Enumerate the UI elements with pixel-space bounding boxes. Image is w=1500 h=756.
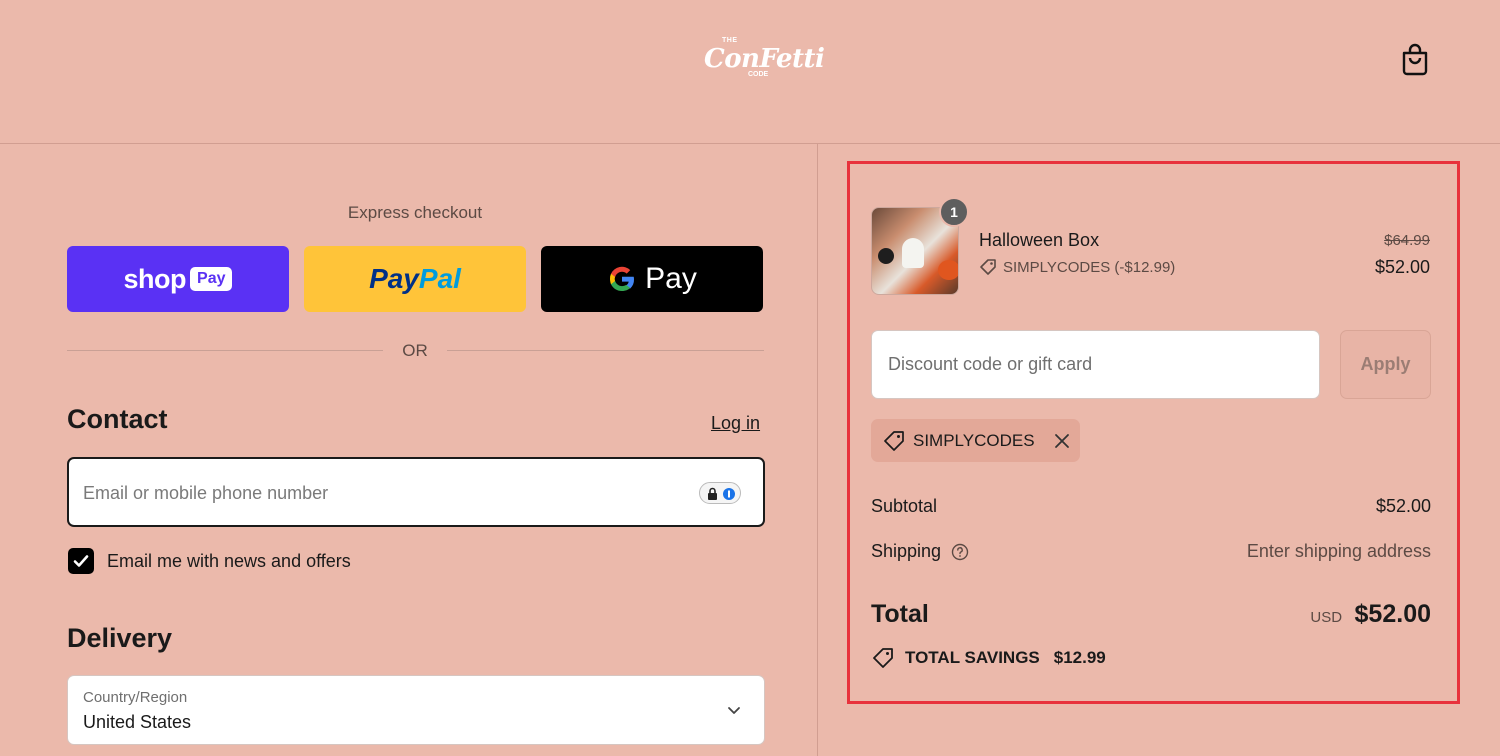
applied-code-text: SIMPLYCODES	[913, 430, 1035, 450]
logo-the: THE	[722, 37, 738, 44]
delivery-heading: Delivery	[67, 623, 173, 653]
newsletter-checkbox[interactable]	[68, 548, 94, 574]
shipping-row: Shipping	[871, 541, 969, 562]
lock-icon	[708, 487, 735, 500]
total-currency: USD	[1310, 609, 1343, 626]
logo-code: CODE	[748, 71, 769, 78]
total-label: Total	[871, 600, 929, 628]
or-divider-left	[67, 350, 383, 351]
or-label: OR	[402, 341, 428, 360]
product-discount-text: SIMPLYCODES (-$12.99)	[1003, 258, 1176, 276]
shop-pay-button[interactable]: shop Pay	[67, 246, 289, 312]
contact-heading: Contact	[67, 404, 168, 434]
header: THE ConFetti CODE	[0, 0, 1500, 144]
shipping-label: Shipping	[871, 541, 942, 561]
email-input[interactable]	[83, 477, 683, 509]
paypal-text-pal: Pal	[418, 263, 461, 294]
discount-code-input[interactable]	[871, 330, 1320, 399]
shop-pay-shop-text: shop	[123, 263, 187, 294]
country-value: United States	[83, 712, 192, 732]
shipping-value: Enter shipping address	[1246, 541, 1431, 561]
country-label: Country/Region	[83, 689, 188, 706]
applied-code-chip: SIMPLYCODES	[871, 419, 1080, 462]
column-divider	[817, 144, 818, 756]
product-name: Halloween Box	[979, 230, 1100, 250]
savings-value: $12.99	[1053, 648, 1106, 667]
help-icon[interactable]	[951, 543, 969, 561]
shopping-bag-icon[interactable]	[1399, 42, 1431, 76]
tag-icon	[873, 648, 893, 668]
google-pay-text: Pay	[645, 262, 697, 295]
product-discount: SIMPLYCODES (-$12.99)	[979, 258, 1175, 276]
total-savings: TOTAL SAVINGS $12.99	[871, 646, 1106, 670]
paypal-button[interactable]: Pay Pal	[304, 246, 526, 312]
logo-main: ConFetti	[704, 44, 825, 74]
tag-icon	[980, 259, 996, 275]
chevron-down-icon	[728, 707, 740, 714]
apply-discount-button[interactable]: Apply	[1340, 330, 1431, 399]
product-original-price: $64.99	[1384, 232, 1430, 249]
total-value-group: USD $52.00	[1131, 600, 1431, 629]
quantity-badge: 1	[939, 197, 969, 227]
store-logo[interactable]: THE ConFetti CODE	[700, 34, 825, 84]
country-select[interactable]: Country/Region United States	[67, 675, 765, 745]
password-manager-icon[interactable]	[699, 482, 741, 504]
login-link[interactable]: Log in	[711, 413, 760, 434]
savings-label: TOTAL SAVINGS	[905, 648, 1040, 667]
google-pay-button[interactable]: Pay	[541, 246, 763, 312]
paypal-text-pay: Pay	[369, 263, 419, 294]
total-value: $52.00	[1354, 600, 1431, 628]
newsletter-label: Email me with news and offers	[107, 551, 351, 571]
checkmark-icon	[73, 555, 89, 567]
tag-icon	[884, 430, 904, 451]
subtotal-value: $52.00	[1375, 496, 1431, 516]
express-checkout-label: Express checkout	[347, 203, 483, 222]
subtotal-label: Subtotal	[871, 496, 938, 516]
google-g-icon	[610, 266, 635, 292]
shop-pay-pay-badge: Pay	[190, 267, 233, 291]
or-divider-right	[447, 350, 764, 351]
product-price: $52.00	[1374, 257, 1430, 277]
email-field[interactable]	[67, 457, 765, 527]
remove-code-icon[interactable]	[1053, 432, 1071, 450]
